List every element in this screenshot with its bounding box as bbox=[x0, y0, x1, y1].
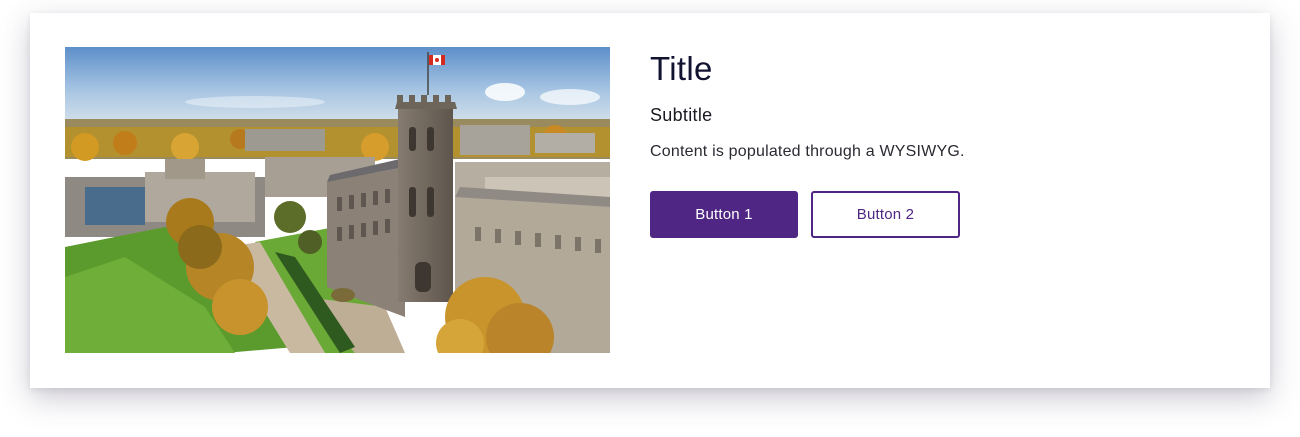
card-body-text: Content is populated through a WYSIWYG. bbox=[650, 143, 965, 160]
button-2[interactable]: Button 2 bbox=[811, 191, 960, 238]
campus-photo bbox=[65, 47, 610, 353]
button-1[interactable]: Button 1 bbox=[650, 191, 798, 238]
card-content: Title Subtitle Content is populated thro… bbox=[650, 49, 1230, 238]
content-card: Title Subtitle Content is populated thro… bbox=[30, 13, 1270, 388]
button-group: Button 1 Button 2 bbox=[650, 191, 1230, 238]
card-subtitle: Subtitle bbox=[650, 105, 713, 125]
page: Title Subtitle Content is populated thro… bbox=[0, 0, 1300, 437]
campus-photo-illustration bbox=[65, 47, 610, 353]
card-title: Title bbox=[650, 50, 713, 87]
